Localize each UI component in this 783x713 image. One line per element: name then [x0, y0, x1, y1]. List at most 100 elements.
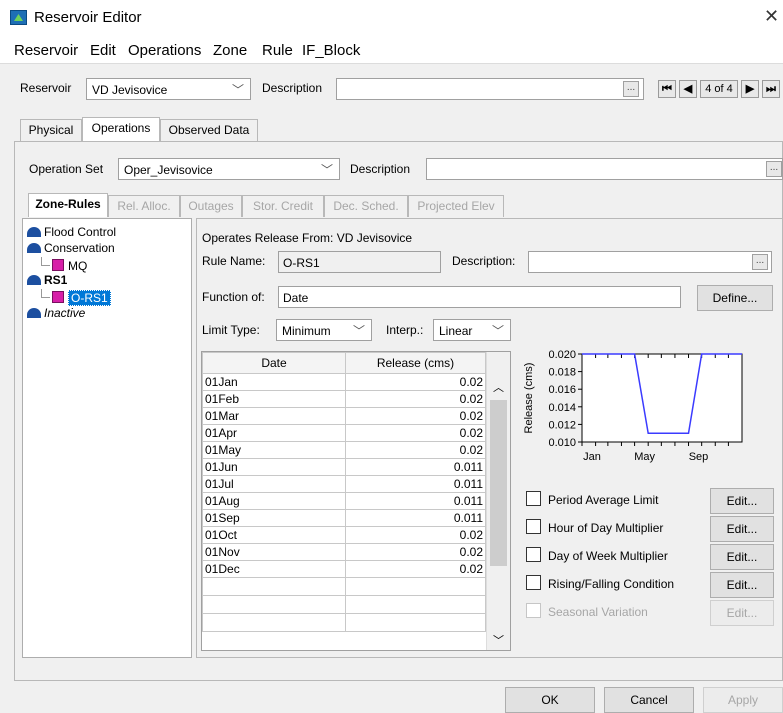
- table-row[interactable]: [203, 578, 486, 596]
- date-cell[interactable]: 01Dec: [203, 561, 346, 578]
- reservoir-select[interactable]: VD Jevisovice ﹀: [86, 78, 251, 100]
- option-checkbox[interactable]: [526, 547, 541, 562]
- option-checkbox[interactable]: [526, 519, 541, 534]
- empty-cell[interactable]: [346, 578, 486, 596]
- tab-zone-rules[interactable]: Zone-Rules: [28, 193, 108, 217]
- limit-type-select[interactable]: Minimum ﹀: [276, 319, 372, 341]
- empty-cell[interactable]: [203, 596, 346, 614]
- release-cell[interactable]: 0.02: [346, 408, 486, 425]
- first-record-button[interactable]: ⏮: [658, 80, 676, 98]
- table-row[interactable]: [203, 614, 486, 632]
- table-row[interactable]: 01Oct0.02: [203, 527, 486, 544]
- table-row[interactable]: 01Apr0.02: [203, 425, 486, 442]
- table-row[interactable]: 01Sep0.011: [203, 510, 486, 527]
- scroll-thumb[interactable]: [490, 400, 507, 566]
- tree-item-mq[interactable]: MQ: [41, 257, 87, 273]
- ok-button[interactable]: OK: [505, 687, 595, 713]
- next-record-button[interactable]: ▶: [741, 80, 759, 98]
- release-cell[interactable]: 0.011: [346, 476, 486, 493]
- tab-observed-data[interactable]: Observed Data: [160, 119, 258, 141]
- apply-button[interactable]: Apply: [703, 687, 783, 713]
- menu-rule[interactable]: Rule: [262, 42, 293, 59]
- operation-set-description-field[interactable]: [426, 158, 783, 180]
- tab-projected-elev[interactable]: Projected Elev: [408, 195, 504, 217]
- date-cell[interactable]: 01Mar: [203, 408, 346, 425]
- table-row[interactable]: 01Jul0.011: [203, 476, 486, 493]
- tree-item-rs1[interactable]: RS1: [27, 273, 67, 287]
- rule-description-field[interactable]: [528, 251, 772, 273]
- table-row[interactable]: 01Mar0.02: [203, 408, 486, 425]
- scroll-up-icon[interactable]: ︿: [493, 379, 504, 395]
- empty-cell[interactable]: [203, 614, 346, 632]
- column-header-date[interactable]: Date: [203, 353, 346, 374]
- menu-zone[interactable]: Zone: [213, 42, 247, 59]
- release-cell[interactable]: 0.02: [346, 527, 486, 544]
- release-cell[interactable]: 0.02: [346, 391, 486, 408]
- define-button[interactable]: Define...: [697, 285, 773, 311]
- option-edit-button[interactable]: Edit...: [710, 600, 774, 626]
- tree-item-o-rs1[interactable]: O-RS1: [41, 289, 111, 305]
- operation-set-select[interactable]: Oper_Jevisovice ﹀: [118, 158, 340, 180]
- tab-outages[interactable]: Outages: [180, 195, 242, 217]
- release-cell[interactable]: 0.011: [346, 459, 486, 476]
- operation-set-description-browse-button[interactable]: ...: [766, 161, 782, 177]
- option-edit-button[interactable]: Edit...: [710, 572, 774, 598]
- tab-rel-alloc[interactable]: Rel. Alloc.: [108, 195, 180, 217]
- function-of-field[interactable]: Date: [278, 286, 681, 308]
- column-header-release[interactable]: Release (cms): [346, 353, 486, 374]
- date-cell[interactable]: 01Feb: [203, 391, 346, 408]
- release-cell[interactable]: 0.02: [346, 442, 486, 459]
- date-cell[interactable]: 01Nov: [203, 544, 346, 561]
- last-record-button[interactable]: ⏭: [762, 80, 780, 98]
- date-cell[interactable]: 01May: [203, 442, 346, 459]
- date-cell[interactable]: 01Oct: [203, 527, 346, 544]
- date-cell[interactable]: 01Jun: [203, 459, 346, 476]
- reservoir-description-field[interactable]: [336, 78, 644, 100]
- table-row[interactable]: [203, 596, 486, 614]
- option-checkbox[interactable]: [526, 575, 541, 590]
- table-row[interactable]: 01May0.02: [203, 442, 486, 459]
- date-cell[interactable]: 01Jan: [203, 374, 346, 391]
- menu-if-block[interactable]: IF_Block: [302, 42, 360, 59]
- date-cell[interactable]: 01Jul: [203, 476, 346, 493]
- date-cell[interactable]: 01Apr: [203, 425, 346, 442]
- empty-cell[interactable]: [346, 596, 486, 614]
- table-row[interactable]: 01Nov0.02: [203, 544, 486, 561]
- interp-select[interactable]: Linear ﹀: [433, 319, 511, 341]
- table-row[interactable]: 01Dec0.02: [203, 561, 486, 578]
- prev-record-button[interactable]: ◀: [679, 80, 697, 98]
- table-row[interactable]: 01Jun0.011: [203, 459, 486, 476]
- option-edit-button[interactable]: Edit...: [710, 544, 774, 570]
- tree-item-flood-control[interactable]: Flood Control: [27, 225, 116, 239]
- tree-item-inactive[interactable]: Inactive: [27, 306, 85, 320]
- release-cell[interactable]: 0.011: [346, 510, 486, 527]
- zone-rule-tree[interactable]: Flood Control Conservation MQ RS1 O-RS1 …: [22, 218, 192, 658]
- menu-edit[interactable]: Edit: [90, 42, 116, 59]
- date-cell[interactable]: 01Aug: [203, 493, 346, 510]
- menu-operations[interactable]: Operations: [128, 42, 201, 59]
- tab-dec-sched[interactable]: Dec. Sched.: [324, 195, 408, 217]
- tree-item-conservation[interactable]: Conservation: [27, 241, 115, 255]
- release-cell[interactable]: 0.02: [346, 561, 486, 578]
- tab-stor-credit[interactable]: Stor. Credit: [242, 195, 324, 217]
- release-cell[interactable]: 0.02: [346, 544, 486, 561]
- scroll-down-icon[interactable]: ﹀: [493, 632, 504, 648]
- option-edit-button[interactable]: Edit...: [710, 488, 774, 514]
- cancel-button[interactable]: Cancel: [604, 687, 694, 713]
- rule-description-browse-button[interactable]: ...: [752, 254, 768, 270]
- release-cell[interactable]: 0.011: [346, 493, 486, 510]
- tab-physical[interactable]: Physical: [20, 119, 82, 141]
- release-cell[interactable]: 0.02: [346, 374, 486, 391]
- empty-cell[interactable]: [346, 614, 486, 632]
- date-cell[interactable]: 01Sep: [203, 510, 346, 527]
- empty-cell[interactable]: [203, 578, 346, 596]
- reservoir-description-browse-button[interactable]: ...: [623, 81, 639, 97]
- table-row[interactable]: 01Feb0.02: [203, 391, 486, 408]
- release-cell[interactable]: 0.02: [346, 425, 486, 442]
- close-icon[interactable]: ✕: [764, 6, 779, 27]
- menu-reservoir[interactable]: Reservoir: [14, 42, 78, 59]
- release-table[interactable]: Date Release (cms) 01Jan0.0201Feb0.0201M…: [201, 351, 511, 651]
- option-edit-button[interactable]: Edit...: [710, 516, 774, 542]
- rule-name-field[interactable]: O-RS1: [278, 251, 441, 273]
- table-row[interactable]: 01Jan0.02: [203, 374, 486, 391]
